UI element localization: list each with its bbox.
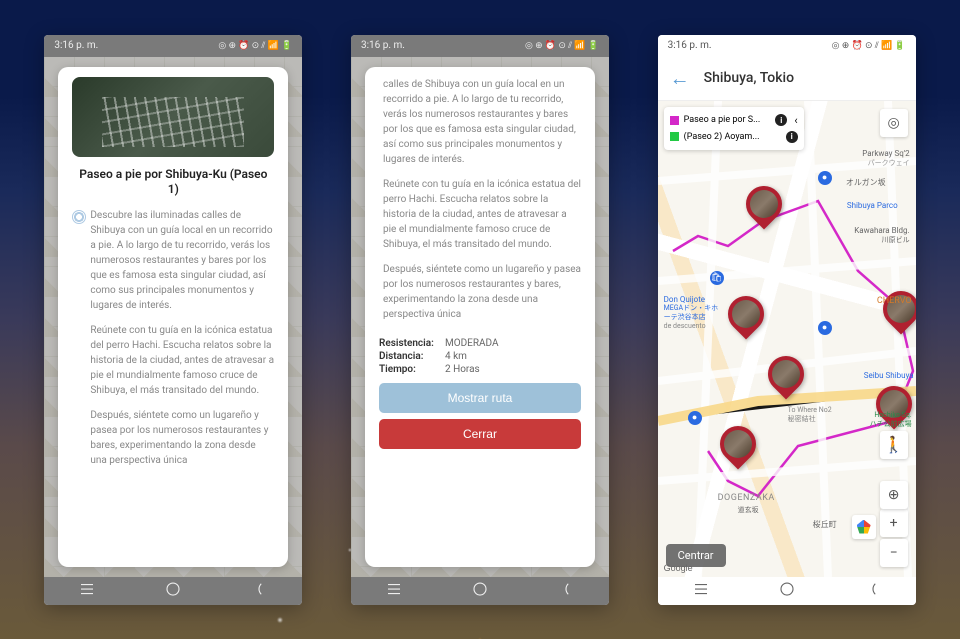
map-label: To Where No2 秘密結社 xyxy=(788,406,832,424)
poi-pin[interactable]: 🛍 xyxy=(710,271,724,285)
status-icons: ◎ ⊕ ⏰ ⊙ ⫽ 📶 🔋 xyxy=(832,41,906,51)
google-maps-link[interactable] xyxy=(852,515,876,539)
status-bar: 3:16 p. m. ◎ ⊕ ⏰ ⊙ ⫽ 📶 🔋 xyxy=(351,35,609,57)
map-label: 桜丘町 xyxy=(813,519,837,530)
walk-mode-icon[interactable]: 🚶 xyxy=(880,431,908,459)
stat-tiempo: Tiempo: 2 Horas xyxy=(379,364,581,375)
route-hero-image xyxy=(72,77,274,157)
poi-pin[interactable]: ● xyxy=(688,411,702,425)
route-detail-modal-scrolled: calles de Shibuya con un guía local en u… xyxy=(365,67,595,567)
poi-pin[interactable]: ● xyxy=(818,321,832,335)
locate-me-button[interactable]: ◎ xyxy=(880,109,908,137)
nav-home-icon[interactable] xyxy=(164,580,182,602)
route-polyline xyxy=(658,101,916,577)
phone-screen-1: 3:16 p. m. ◎ ⊕ ⏰ ⊙ ⫽ 📶 🔋 Paseo a pie por… xyxy=(44,35,302,605)
zoom-out-button[interactable]: − xyxy=(880,539,908,567)
legend-item-1[interactable]: Paseo a pie por S... i ‹ xyxy=(670,112,798,129)
nav-back-icon[interactable] xyxy=(250,580,268,602)
app-top-bar: ← Shibuya, Tokio xyxy=(658,57,916,101)
route-legend: Paseo a pie por S... i ‹ (Paseo 2) Aoyam… xyxy=(664,107,804,150)
compass-icon[interactable]: ⊕ xyxy=(880,481,908,509)
nav-home-icon[interactable] xyxy=(471,580,489,602)
phone-screen-2: 3:16 p. m. ◎ ⊕ ⏰ ⊙ ⫽ 📶 🔋 calles de Shibu… xyxy=(351,35,609,605)
nav-back-icon[interactable] xyxy=(864,580,882,602)
route-description: calles de Shibuya con un guía local en u… xyxy=(379,77,581,332)
map-label: 道玄坂 xyxy=(738,505,759,515)
map-label: Seibu Shibuya xyxy=(864,371,914,380)
map-label: オルガン坂 xyxy=(846,177,886,188)
google-attribution: Google xyxy=(664,563,693,573)
map-label: Hachiko Sq. ハチ公前広場 xyxy=(870,411,912,429)
map-label: Kawahara Bldg. 川原ビル xyxy=(854,226,909,245)
status-time: 3:16 p. m. xyxy=(361,40,405,51)
phone-screen-3: 3:16 p. m. ◎ ⊕ ⏰ ⊙ ⫽ 📶 🔋 ← Shibuya, Toki… xyxy=(658,35,916,605)
zoom-in-button[interactable]: + xyxy=(880,509,908,537)
nav-home-icon[interactable] xyxy=(778,580,796,602)
route-title: Paseo a pie por Shibuya-Ku (Paseo 1) xyxy=(72,167,274,198)
status-bar: 3:16 p. m. ◎ ⊕ ⏰ ⊙ ⫽ 📶 🔋 xyxy=(658,35,916,57)
poi-pin[interactable]: ● xyxy=(818,171,832,185)
info-icon[interactable]: i xyxy=(775,114,787,126)
show-route-button[interactable]: Mostrar ruta xyxy=(379,383,581,413)
legend-item-2[interactable]: (Paseo 2) Aoyam... i xyxy=(670,129,798,145)
close-button[interactable]: Cerrar xyxy=(379,419,581,449)
map-label: Parkway Sq'2 パークウェイ xyxy=(862,149,909,168)
status-time: 3:16 p. m. xyxy=(54,40,98,51)
map-label: DOGENZAKA xyxy=(718,493,775,503)
nav-recent-icon[interactable] xyxy=(692,580,710,602)
map-label: CHERVO xyxy=(877,296,912,306)
chevron-left-icon[interactable]: ‹ xyxy=(794,114,797,127)
back-arrow-icon[interactable]: ← xyxy=(670,66,690,91)
nav-recent-icon[interactable] xyxy=(78,580,96,602)
info-icon[interactable]: i xyxy=(786,131,798,143)
map[interactable]: ● 🛍 ● ● Parkway Sq'2 パークウェイ オルガン坂 Shibuy… xyxy=(658,101,916,577)
route-detail-modal: Paseo a pie por Shibuya-Ku (Paseo 1) Des… xyxy=(58,67,288,567)
legend-swatch xyxy=(670,132,679,141)
system-nav-bar xyxy=(351,577,609,605)
system-nav-bar xyxy=(44,577,302,605)
system-nav-bar xyxy=(658,577,916,605)
nav-recent-icon[interactable] xyxy=(385,580,403,602)
map-label: Shibuya Parco xyxy=(847,201,898,210)
legend-swatch xyxy=(670,116,679,125)
route-description: Descubre las iluminadas calles de Shibuy… xyxy=(72,208,274,557)
screen-title: Shibuya, Tokio xyxy=(704,70,794,86)
nav-back-icon[interactable] xyxy=(557,580,575,602)
map-label: Don Quijote MEGAドン・キホ ーテ渋谷本店 de descuent… xyxy=(664,296,718,331)
stat-distancia: Distancia: 4 km xyxy=(379,351,581,362)
status-icons: ◎ ⊕ ⏰ ⊙ ⫽ 📶 🔋 xyxy=(525,41,599,51)
status-time: 3:16 p. m. xyxy=(668,40,712,51)
stat-resistencia: Resistencia: MODERADA xyxy=(379,338,581,349)
status-bar: 3:16 p. m. ◎ ⊕ ⏰ ⊙ ⫽ 📶 🔋 xyxy=(44,35,302,57)
status-icons: ◎ ⊕ ⏰ ⊙ ⫽ 📶 🔋 xyxy=(218,41,292,51)
